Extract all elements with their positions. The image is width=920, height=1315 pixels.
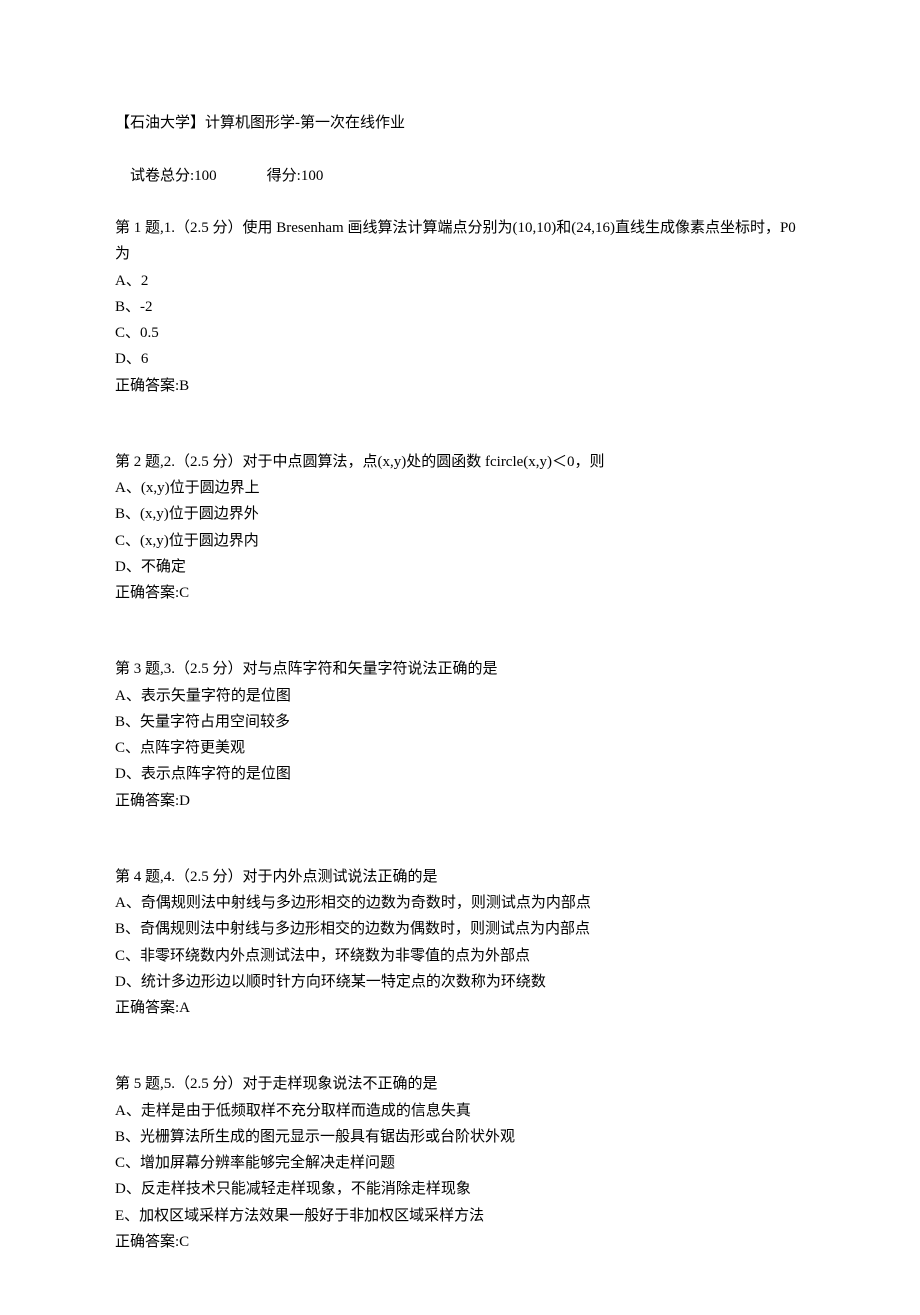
answer-value: C — [179, 585, 189, 601]
score-label: 得分: — [267, 168, 301, 184]
answer-label: 正确答案: — [115, 378, 179, 394]
question-prompt: 第 3 题,3.（2.5 分）对与点阵字符和矢量字符说法正确的是 — [115, 656, 805, 682]
question-prompt: 第 5 题,5.（2.5 分）对于走样现象说法不正确的是 — [115, 1071, 805, 1097]
question-option: B、-2 — [115, 294, 805, 320]
question-option: B、(x,y)位于圆边界外 — [115, 501, 805, 527]
answer-label: 正确答案: — [115, 585, 179, 601]
question-option: B、光栅算法所生成的图元显示一般具有锯齿形或台阶状外观 — [115, 1124, 805, 1150]
question-option: C、点阵字符更美观 — [115, 735, 805, 761]
answer-value: D — [179, 793, 190, 809]
answer-label: 正确答案: — [115, 1234, 179, 1250]
question-option: D、表示点阵字符的是位图 — [115, 761, 805, 787]
answer-line: 正确答案:C — [115, 580, 805, 606]
score-value: 100 — [301, 168, 324, 184]
question-option: A、表示矢量字符的是位图 — [115, 683, 805, 709]
question-option: C、增加屏幕分辨率能够完全解决走样问题 — [115, 1150, 805, 1176]
answer-value: C — [179, 1234, 189, 1250]
answer-line: 正确答案:A — [115, 995, 805, 1021]
document-page: 【石油大学】计算机图形学-第一次在线作业 试卷总分:100得分:100 第 1 … — [0, 0, 920, 1315]
questions-container: 第 1 题,1.（2.5 分）使用 Bresenham 画线算法计算端点分别为(… — [115, 215, 805, 1255]
question-option: B、奇偶规则法中射线与多边形相交的边数为偶数时，则测试点为内部点 — [115, 916, 805, 942]
answer-line: 正确答案:D — [115, 788, 805, 814]
question-option: A、奇偶规则法中射线与多边形相交的边数为奇数时，则测试点为内部点 — [115, 890, 805, 916]
question-option: D、统计多边形边以顺时针方向环绕某一特定点的次数称为环绕数 — [115, 969, 805, 995]
answer-label: 正确答案: — [115, 1000, 179, 1016]
answer-value: A — [179, 1000, 190, 1016]
question-prompt: 第 4 题,4.（2.5 分）对于内外点测试说法正确的是 — [115, 864, 805, 890]
question-prompt: 第 2 题,2.（2.5 分）对于中点圆算法，点(x,y)处的圆函数 fcirc… — [115, 449, 805, 475]
question-option: D、不确定 — [115, 554, 805, 580]
total-value: 100 — [194, 168, 217, 184]
question-option: C、0.5 — [115, 320, 805, 346]
answer-label: 正确答案: — [115, 793, 179, 809]
document-title: 【石油大学】计算机图形学-第一次在线作业 — [115, 110, 805, 136]
question-option: E、加权区域采样方法效果一般好于非加权区域采样方法 — [115, 1203, 805, 1229]
question-option: C、(x,y)位于圆边界内 — [115, 528, 805, 554]
answer-line: 正确答案:B — [115, 373, 805, 399]
question-option: A、2 — [115, 268, 805, 294]
question-option: C、非零环绕数内外点测试法中，环绕数为非零值的点为外部点 — [115, 943, 805, 969]
question-option: D、反走样技术只能减轻走样现象，不能消除走样现象 — [115, 1176, 805, 1202]
question-option: D、6 — [115, 346, 805, 372]
question-option: A、(x,y)位于圆边界上 — [115, 475, 805, 501]
question-prompt: 第 1 题,1.（2.5 分）使用 Bresenham 画线算法计算端点分别为(… — [115, 215, 805, 268]
score-line: 试卷总分:100得分:100 — [115, 136, 805, 215]
answer-line: 正确答案:C — [115, 1229, 805, 1255]
question-option: A、走样是由于低频取样不充分取样而造成的信息失真 — [115, 1098, 805, 1124]
answer-value: B — [179, 378, 189, 394]
total-label: 试卷总分: — [130, 168, 194, 184]
question-option: B、矢量字符占用空间较多 — [115, 709, 805, 735]
